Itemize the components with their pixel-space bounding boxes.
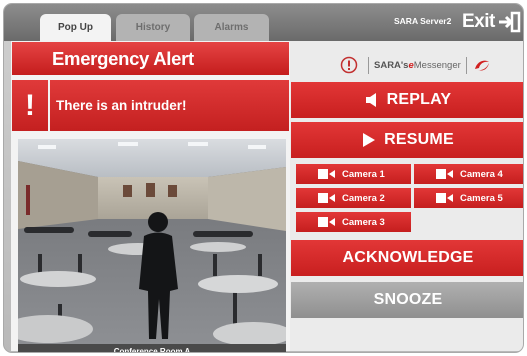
conference-room-image (18, 139, 286, 344)
video-camera-icon (436, 193, 453, 203)
top-bar: Pop Up History Alarms SARA Server2 Exit (4, 4, 523, 41)
replay-label: REPLAY (386, 91, 452, 108)
camera-label: Camera 5 (460, 192, 503, 204)
speaker-icon (365, 93, 376, 107)
server-name: SARA Server2 (394, 16, 452, 26)
tab-alarms[interactable]: Alarms (194, 14, 269, 41)
alert-panel: Emergency Alert ! There is an intruder! (11, 41, 290, 352)
camera-4-button[interactable]: Camera 4 (414, 164, 523, 184)
play-icon (363, 133, 376, 147)
exit-label: Exit (462, 11, 495, 32)
camera-2-button[interactable]: Camera 2 (296, 188, 411, 208)
camera-label: Camera 2 (342, 192, 385, 204)
divider (48, 80, 50, 131)
video-camera-icon (318, 217, 335, 227)
brand-prefix: SARA's (374, 59, 409, 71)
brand-suffix: Messenger (413, 59, 461, 71)
tab-label: History (135, 22, 171, 33)
replay-button[interactable]: REPLAY (291, 82, 523, 118)
control-panel: SARA's e Messenger REPLAY RESUME Camera 1 (290, 41, 523, 351)
alarm-icon (340, 56, 358, 74)
video-camera-icon (318, 169, 335, 179)
tab-pop-up[interactable]: Pop Up (40, 14, 111, 41)
exit-button[interactable]: Exit (462, 9, 521, 35)
camera-label: Camera 1 (342, 168, 385, 180)
video-camera-icon (318, 193, 335, 203)
resume-button[interactable]: RESUME (291, 122, 523, 158)
exclamation-icon: ! (25, 88, 35, 122)
branding: SARA's e Messenger (340, 55, 492, 75)
camera-label: Camera 4 (460, 168, 503, 180)
snooze-button[interactable]: SNOOZE (291, 282, 523, 318)
alert-title: Emergency Alert (12, 42, 289, 75)
alert-message-bar: ! There is an intruder! (12, 80, 289, 131)
resume-label: RESUME (384, 131, 454, 148)
app-window: Pop Up History Alarms SARA Server2 Exit … (3, 3, 524, 353)
alert-message: There is an intruder! (56, 98, 187, 113)
camera-5-button[interactable]: Camera 5 (414, 188, 523, 208)
separator (368, 56, 369, 74)
acknowledge-button[interactable]: ACKNOWLEDGE (291, 240, 523, 276)
camera-3-button[interactable]: Camera 3 (296, 212, 411, 232)
tab-label: Pop Up (58, 22, 93, 33)
camera-snapshot (18, 139, 286, 344)
camera-caption: Conference Room A (18, 344, 286, 352)
sara-logo-icon (474, 60, 489, 71)
separator (465, 56, 467, 74)
video-camera-icon (436, 169, 453, 179)
tab-label: Alarms (214, 22, 249, 33)
snooze-label: SNOOZE (373, 291, 443, 308)
camera-1-button[interactable]: Camera 1 (296, 164, 411, 184)
acknowledge-label: ACKNOWLEDGE (342, 249, 474, 266)
camera-label: Camera 3 (342, 216, 385, 228)
exit-door-icon (498, 11, 521, 33)
tab-history[interactable]: History (116, 14, 190, 41)
